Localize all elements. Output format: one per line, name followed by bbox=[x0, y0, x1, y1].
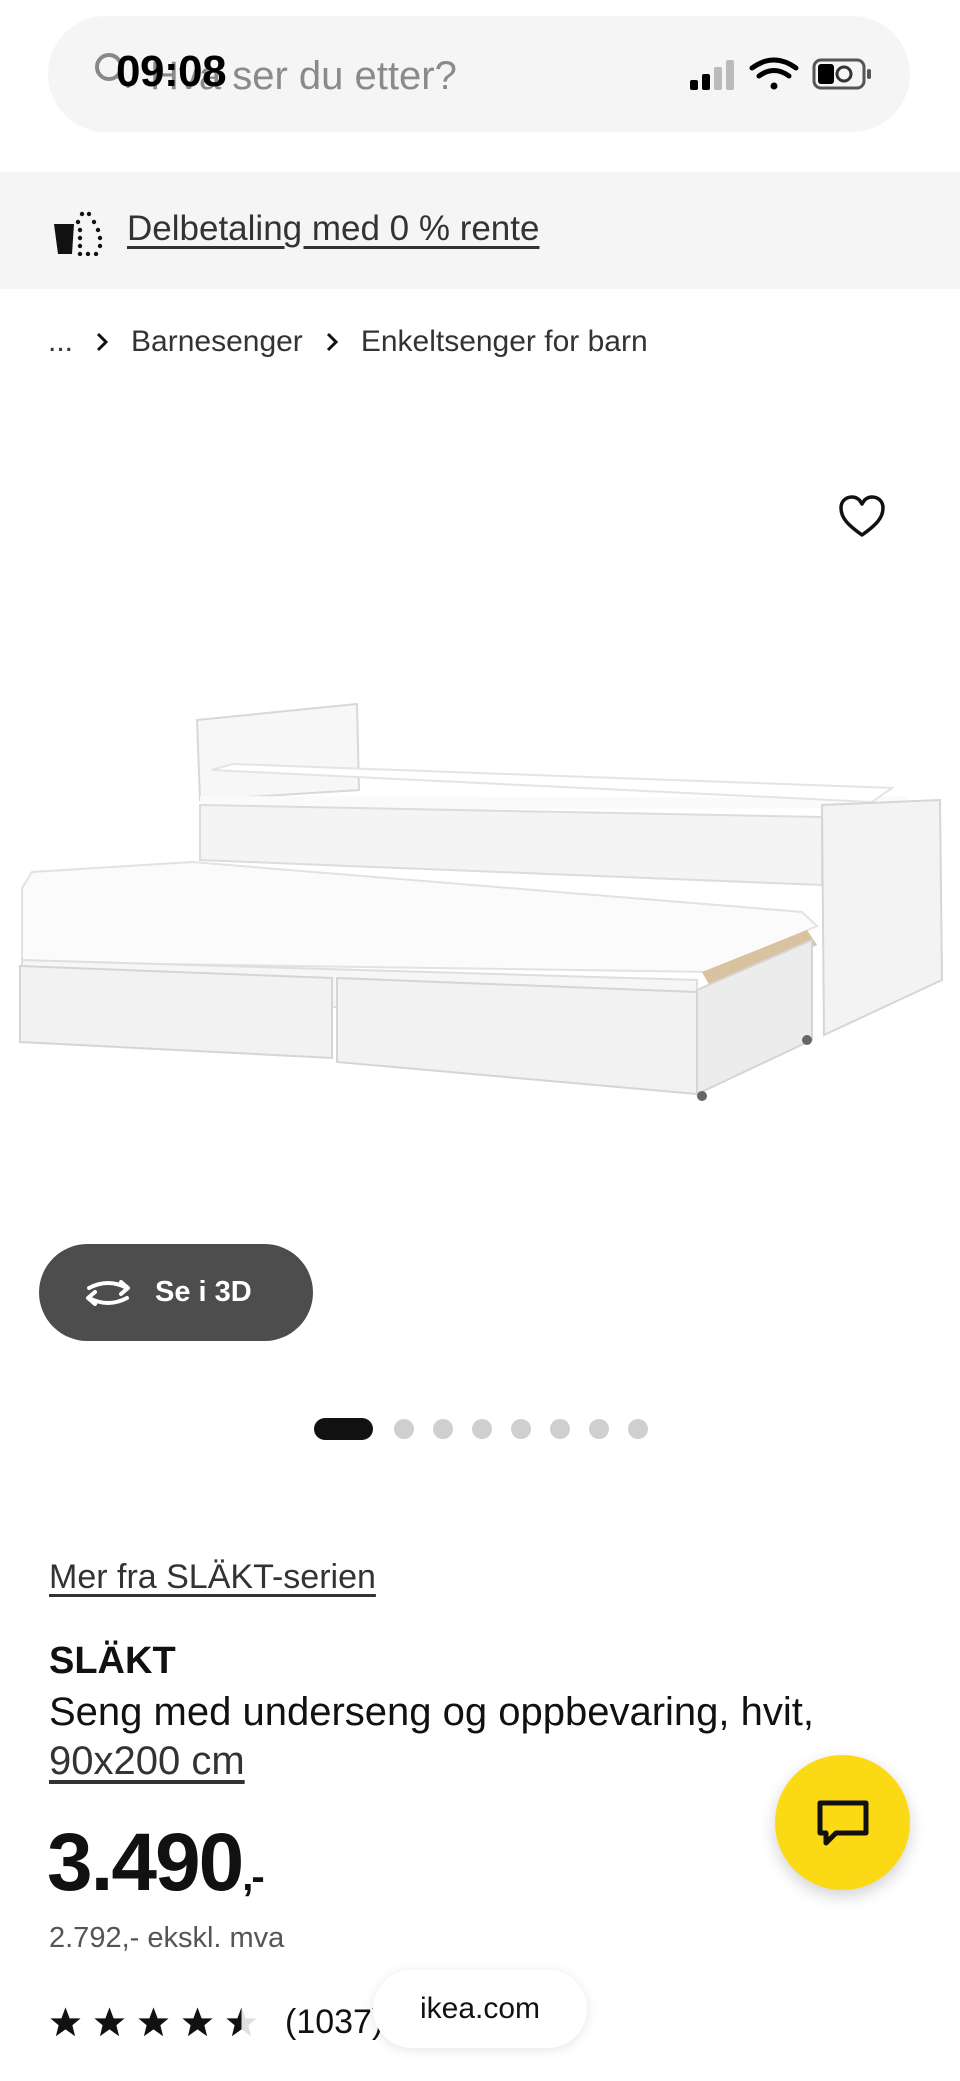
carousel-dot[interactable] bbox=[628, 1419, 648, 1439]
carousel-dot[interactable] bbox=[472, 1419, 492, 1439]
carousel-dots bbox=[314, 1418, 667, 1440]
product-name: SLÄKT bbox=[49, 1640, 176, 1682]
carousel-dot[interactable] bbox=[589, 1419, 609, 1439]
view-3d-label: Se i 3D bbox=[155, 1276, 252, 1308]
chevron-right-icon bbox=[96, 332, 109, 352]
star-icon bbox=[182, 2006, 213, 2036]
status-icons bbox=[690, 57, 871, 90]
carousel-dot[interactable] bbox=[511, 1419, 531, 1439]
view-3d-button[interactable]: Se i 3D bbox=[39, 1244, 313, 1341]
battery-icon bbox=[812, 58, 871, 90]
price-suffix: ,- bbox=[242, 1855, 264, 1899]
price-ex-vat: 2.792,- ekskl. mva bbox=[49, 1922, 285, 1954]
heart-icon[interactable] bbox=[838, 493, 886, 541]
chat-icon bbox=[817, 1800, 869, 1846]
chevron-right-icon bbox=[326, 332, 338, 352]
star-icon bbox=[138, 2006, 169, 2036]
carousel-dot-active[interactable] bbox=[314, 1418, 373, 1440]
carousel-dot[interactable] bbox=[433, 1419, 453, 1439]
promo-link[interactable]: Delbetaling med 0 % rente bbox=[127, 204, 539, 254]
carousel-dot[interactable] bbox=[394, 1419, 414, 1439]
breadcrumb-ellipsis[interactable]: ... bbox=[48, 325, 73, 359]
status-time: 09:08 bbox=[116, 47, 227, 96]
browser-url-bar[interactable]: ikea.com bbox=[373, 1970, 587, 2048]
rating[interactable]: (1037) bbox=[49, 2002, 383, 2042]
star-half-icon bbox=[226, 2006, 257, 2036]
carousel-dot[interactable] bbox=[550, 1419, 570, 1439]
breadcrumb-item-enkeltsenger[interactable]: Enkeltsenger for barn bbox=[361, 325, 648, 359]
star-icon bbox=[50, 2006, 81, 2036]
series-link[interactable]: Mer fra SLÄKT-serien bbox=[49, 1558, 376, 1597]
chat-button[interactable] bbox=[775, 1755, 910, 1890]
product-image[interactable] bbox=[12, 690, 952, 1110]
signal-icon bbox=[690, 60, 734, 90]
promo-banner[interactable]: Delbetaling med 0 % rente bbox=[0, 172, 960, 289]
breadcrumb-item-barnesenger[interactable]: Barnesenger bbox=[131, 325, 303, 359]
rating-count: (1037) bbox=[285, 2002, 384, 2041]
price-main: 3.490 bbox=[47, 1817, 244, 1908]
browser-url: ikea.com bbox=[419, 1992, 541, 2025]
installment-icon bbox=[54, 211, 103, 256]
price: 3.490,- bbox=[47, 1816, 265, 1910]
breadcrumb: ... Barnesenger Enkeltsenger for barn bbox=[48, 320, 648, 364]
rotate-3d-icon bbox=[86, 1279, 130, 1306]
wifi-icon bbox=[749, 57, 799, 90]
product-description-text: Seng med underseng og oppbevaring, hvit, bbox=[49, 1690, 814, 1734]
product-description: Seng med underseng og oppbevaring, hvit,… bbox=[49, 1688, 869, 1786]
star-icon bbox=[94, 2006, 125, 2036]
product-size-link[interactable]: 90x200 cm bbox=[49, 1739, 245, 1783]
